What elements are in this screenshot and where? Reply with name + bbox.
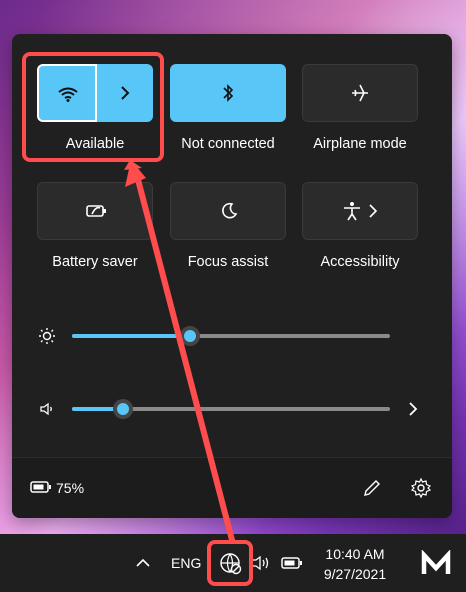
annotation-arrow (124, 160, 235, 543)
